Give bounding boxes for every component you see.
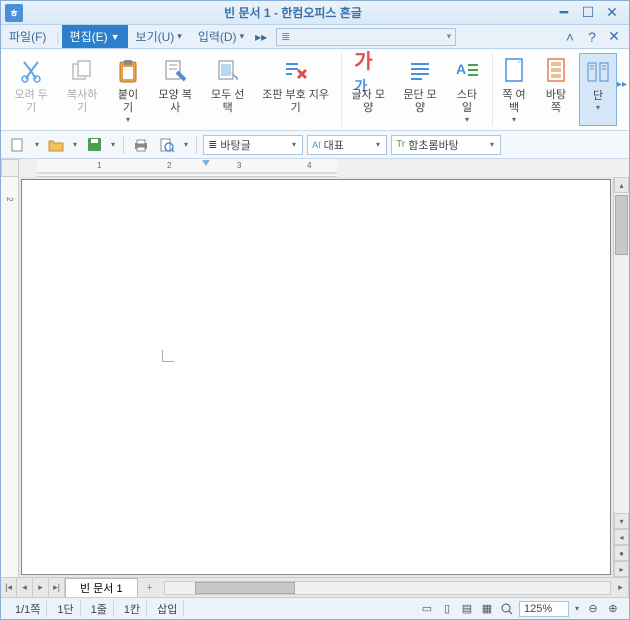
save-dropdown[interactable]: ▾: [109, 140, 117, 149]
menu-view[interactable]: 보기(U)▾: [128, 25, 190, 48]
tab-last-button[interactable]: ▸|: [49, 578, 65, 597]
vertical-ruler[interactable]: 2: [1, 177, 19, 577]
app-window: ㅎ 빈 문서 1 - 한컴오피스 흔글 ━ ☐ ✕ 파일(F) | 편집(E)▼…: [0, 0, 630, 620]
scroll-thumb-v[interactable]: [615, 195, 628, 255]
view-mode-3-button[interactable]: ▤: [459, 601, 475, 617]
ribbon: 오려 두기 복사하기 붙이기▾ 모양 복사 모두 선택 조판 부호 지우기: [1, 49, 629, 131]
app-icon: ㅎ: [5, 4, 23, 22]
view-mode-1-button[interactable]: ▭: [419, 601, 435, 617]
scroll-up-button[interactable]: ▴: [614, 177, 629, 193]
paste-button[interactable]: 붙이기▾: [109, 53, 147, 126]
status-column: 1칸: [118, 601, 147, 617]
page-icon: [500, 55, 528, 87]
column-button[interactable]: 단▾: [579, 53, 617, 126]
menu-edit[interactable]: 편집(E)▼: [62, 25, 128, 48]
horizontal-scrollbar[interactable]: [164, 581, 611, 595]
close-button[interactable]: ✕: [605, 6, 619, 20]
bg-page-icon: [542, 55, 570, 87]
add-tab-button[interactable]: +: [138, 582, 162, 594]
open-dropdown[interactable]: ▾: [71, 140, 79, 149]
text-cursor-icon: [162, 350, 174, 362]
menu-more-button[interactable]: ▸▸: [252, 30, 270, 44]
scroll-down-button[interactable]: ▾: [614, 513, 629, 529]
titlebar: ㅎ 빈 문서 1 - 한컴오피스 흔글 ━ ☐ ✕: [1, 1, 629, 25]
menu-input[interactable]: 입력(D)▾: [190, 25, 252, 48]
horizontal-ruler[interactable]: 1 2 3 4 5 6 7 8: [37, 159, 337, 177]
new-button[interactable]: [7, 135, 29, 155]
indent-marker-icon[interactable]: [202, 160, 210, 168]
status-line: 1줄: [85, 601, 114, 617]
style-icon: A: [453, 55, 481, 87]
tab-prev-button[interactable]: ◂: [17, 578, 33, 597]
menu-file[interactable]: 파일(F): [1, 25, 54, 48]
ribbon-collapse-button[interactable]: ˄: [563, 30, 577, 44]
menubar: 파일(F) | 편집(E)▼ 보기(U)▾ 입력(D)▾ ▸▸ ≣▾ ˄ ? ✕: [1, 25, 629, 49]
preview-dropdown[interactable]: ▾: [182, 140, 190, 149]
clear-format-icon: [282, 55, 310, 87]
statusbar: 1/1쪽 1단 1줄 1칸 삽입 ▭ ▯ ▤ ▦ 125% ▾ ⊖ ⊕: [1, 597, 629, 619]
ruler-corner: [1, 159, 19, 177]
preview-button[interactable]: [156, 135, 178, 155]
hscroll-right-button[interactable]: ▸: [613, 578, 629, 597]
status-mode[interactable]: 삽입: [151, 601, 184, 617]
copy-icon: [68, 55, 96, 87]
ribbon-expand-button[interactable]: ▸▸: [617, 79, 627, 90]
font-combo[interactable]: Tr 함초롬바탕▾: [391, 135, 501, 155]
svg-text:A: A: [456, 61, 466, 77]
status-page: 1/1쪽: [9, 601, 47, 617]
help-button[interactable]: ?: [585, 30, 599, 44]
tab-first-button[interactable]: |◂: [1, 578, 17, 597]
clipboard-icon: [114, 55, 142, 87]
quick-find-combo[interactable]: ≣▾: [276, 28, 456, 46]
cut-button[interactable]: 오려 두기: [7, 53, 55, 126]
zoom-in-button[interactable]: ⊕: [605, 601, 621, 617]
background-page-button[interactable]: 바탕쪽: [537, 53, 575, 126]
copy-button[interactable]: 복사하기: [59, 53, 105, 126]
zoom-level[interactable]: 125%: [519, 601, 569, 617]
column-icon: [584, 56, 612, 88]
select-all-button[interactable]: 모두 선택: [203, 53, 251, 126]
scissors-icon: [17, 55, 45, 87]
clear-formatting-button[interactable]: 조판 부호 지우기: [256, 53, 335, 126]
next-page-button[interactable]: ▸: [614, 561, 629, 577]
para-format-icon: [406, 55, 434, 87]
scroll-thumb-h[interactable]: [195, 582, 295, 594]
save-button[interactable]: [83, 135, 105, 155]
tab-next-button[interactable]: ▸: [33, 578, 49, 597]
prev-page-button[interactable]: ◂: [614, 529, 629, 545]
zoom-fit-button[interactable]: [499, 601, 515, 617]
status-section: 1단: [51, 601, 80, 617]
quick-toolbar: ▾ ▾ ▾ ▾ ≣ 바탕글▾ Aĭ 대표▾ Tr 함초롬바탕▾: [1, 131, 629, 159]
zoom-out-button[interactable]: ⊖: [585, 601, 601, 617]
vertical-scrollbar[interactable]: ▴ ▾ ◂ ● ▸: [613, 177, 629, 577]
open-button[interactable]: [45, 135, 67, 155]
new-dropdown[interactable]: ▾: [33, 140, 41, 149]
minimize-button[interactable]: ━: [557, 6, 571, 20]
browse-object-button[interactable]: ●: [614, 545, 629, 561]
page-margin-button[interactable]: 쪽 여백▾: [495, 53, 533, 126]
view-mode-2-button[interactable]: ▯: [439, 601, 455, 617]
brush-icon: [161, 55, 189, 87]
document-close-button[interactable]: ✕: [607, 30, 621, 44]
rep-combo[interactable]: Aĭ 대표▾: [307, 135, 387, 155]
zoom-dropdown[interactable]: ▾: [573, 604, 581, 613]
select-all-icon: [214, 55, 242, 87]
format-painter-button[interactable]: 모양 복사: [151, 53, 199, 126]
style-combo[interactable]: ≣ 바탕글▾: [203, 135, 303, 155]
style-button[interactable]: A 스타일▾: [448, 53, 486, 126]
print-button[interactable]: [130, 135, 152, 155]
document-page[interactable]: [21, 179, 611, 575]
workspace: 2 ▴ ▾ ◂ ● ▸: [1, 177, 629, 577]
para-format-button[interactable]: 문단 모양: [396, 53, 444, 126]
document-tabs-bar: |◂ ◂ ▸ ▸| 빈 문서 1 + ▸: [1, 577, 629, 597]
char-format-icon: 가가: [354, 55, 382, 87]
char-format-button[interactable]: 가가 글자 모양: [344, 53, 392, 126]
document-tab[interactable]: 빈 문서 1: [65, 578, 138, 597]
window-title: 빈 문서 1 - 한컴오피스 흔글: [29, 4, 557, 21]
maximize-button[interactable]: ☐: [581, 6, 595, 20]
view-mode-4-button[interactable]: ▦: [479, 601, 495, 617]
